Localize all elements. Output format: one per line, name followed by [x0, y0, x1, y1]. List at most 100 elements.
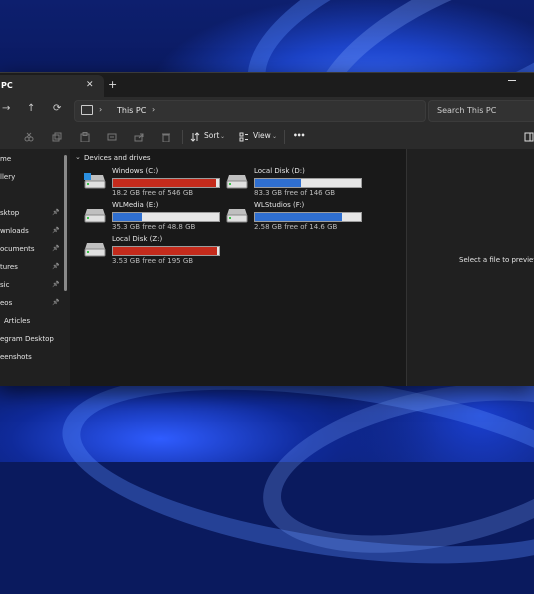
- pin-icon: 📌: [52, 227, 60, 234]
- drive-free-space: 35.3 GB free of 48.8 GB: [112, 223, 196, 231]
- rename-icon[interactable]: [107, 132, 117, 142]
- more-options-button[interactable]: •••: [293, 131, 305, 140]
- sort-icon[interactable]: [190, 132, 200, 142]
- navigation-bar: → ↑ ⟳ › This PC › Search This PC: [0, 97, 534, 125]
- delete-icon[interactable]: [161, 132, 171, 142]
- drive-name: Local Disk (D:): [254, 167, 305, 175]
- sidebar-item-label: eos: [0, 299, 13, 307]
- copy-icon[interactable]: [52, 132, 62, 142]
- this-pc-content: ⌄ Devices and drives Windows (C:) 18.2 GB…: [70, 149, 406, 386]
- drive-usage-fill: [255, 179, 301, 187]
- drive-icon: [84, 173, 106, 189]
- sidebar-item[interactable]: Articles: [0, 317, 64, 329]
- sidebar-item-label: eenshots: [0, 353, 32, 361]
- drive-free-space: 2.58 GB free of 14.6 GB: [254, 223, 338, 231]
- details-pane-icon[interactable]: [524, 132, 534, 142]
- preview-message: Select a file to preview.: [459, 256, 534, 264]
- pc-icon: [81, 105, 93, 115]
- drive-usage-fill: [113, 179, 216, 187]
- share-icon[interactable]: [134, 132, 144, 142]
- pin-icon: 📌: [52, 209, 60, 216]
- view-button[interactable]: View: [253, 131, 271, 140]
- navigation-pane: me llery sktop 📌 wnloads 📌 ocuments 📌 tures 📌 sic 📌…: [0, 149, 70, 386]
- drive-usage-bar: [112, 178, 220, 188]
- paste-icon[interactable]: [80, 132, 90, 142]
- sidebar-item-label: sic: [0, 281, 10, 289]
- drive-icon: [226, 175, 248, 189]
- tab-title: PC: [1, 81, 13, 90]
- collapse-chevron-icon[interactable]: ⌄: [75, 153, 81, 161]
- search-placeholder: Search This PC: [437, 106, 497, 115]
- breadcrumb-chevron[interactable]: ›: [152, 105, 155, 114]
- sidebar-item-label: tures: [0, 263, 18, 271]
- close-tab-icon[interactable]: ✕: [86, 80, 94, 90]
- preview-pane: Select a file to preview.: [406, 149, 534, 386]
- view-chevron-down-icon[interactable]: ⌄: [272, 133, 277, 140]
- drive-usage-fill: [113, 213, 143, 221]
- drive-icon: [226, 209, 248, 223]
- cut-icon[interactable]: [24, 132, 34, 142]
- sidebar-item-label: sktop: [0, 209, 20, 217]
- drive-item[interactable]: WLStudios (F:) 2.58 GB free of 14.6 GB: [226, 201, 366, 235]
- pin-icon: 📌: [52, 281, 60, 288]
- sidebar-item[interactable]: sktop 📌: [0, 209, 64, 221]
- drive-item[interactable]: Windows (C:) 18.2 GB free of 546 GB: [84, 167, 224, 201]
- pin-icon: 📌: [52, 263, 60, 270]
- sidebar-item-label: wnloads: [0, 227, 29, 235]
- breadcrumb-separator[interactable]: ›: [99, 105, 102, 114]
- drive-icon: [84, 243, 106, 257]
- pin-icon: 📌: [52, 299, 60, 306]
- new-tab-button[interactable]: +: [108, 78, 117, 91]
- file-explorer-window: PC ✕ + → ↑ ⟳ › This PC › Search This PC: [0, 72, 534, 386]
- drive-item[interactable]: WLMedia (E:) 35.3 GB free of 48.8 GB: [84, 201, 224, 235]
- toolbar-separator: [284, 130, 285, 144]
- sidebar-scrollbar[interactable]: [64, 155, 67, 291]
- sidebar-item[interactable]: tures 📌: [0, 263, 64, 275]
- drive-free-space: 3.53 GB free of 195 GB: [112, 257, 194, 265]
- drive-usage-bar: [112, 212, 220, 222]
- drive-usage-fill: [255, 213, 343, 221]
- drive-name: Local Disk (Z:): [112, 235, 163, 243]
- forward-icon[interactable]: →: [2, 103, 10, 114]
- drive-usage-bar: [254, 212, 362, 222]
- search-box[interactable]: Search This PC: [428, 100, 534, 122]
- sidebar-item-label: egram Desktop: [0, 335, 54, 343]
- toolbar-separator: [182, 130, 183, 144]
- view-icon[interactable]: [239, 132, 249, 142]
- refresh-icon[interactable]: ⟳: [53, 103, 61, 114]
- drive-item[interactable]: Local Disk (Z:) 3.53 GB free of 195 GB: [84, 235, 224, 269]
- drive-name: WLMedia (E:): [112, 201, 159, 209]
- drive-free-space: 83.3 GB free of 146 GB: [254, 189, 336, 197]
- tab-bar: PC ✕ +: [0, 73, 534, 97]
- sidebar-item[interactable]: sic 📌: [0, 281, 64, 293]
- sidebar-item[interactable]: wnloads 📌: [0, 227, 64, 239]
- sort-button[interactable]: Sort: [204, 131, 219, 140]
- drive-free-space: 18.2 GB free of 546 GB: [112, 189, 194, 197]
- sidebar-item[interactable]: me: [0, 155, 64, 167]
- sidebar-item-label: ocuments: [0, 245, 35, 253]
- drive-item[interactable]: Local Disk (D:) 83.3 GB free of 146 GB: [226, 167, 366, 201]
- address-bar[interactable]: › This PC ›: [74, 100, 426, 122]
- sidebar-item[interactable]: ocuments 📌: [0, 245, 64, 257]
- drive-usage-bar: [254, 178, 362, 188]
- pin-icon: 📌: [52, 245, 60, 252]
- sidebar-item[interactable]: eos 📌: [0, 299, 64, 311]
- sidebar-item[interactable]: egram Desktop: [0, 335, 64, 347]
- sidebar-item-label: me: [0, 155, 12, 163]
- drive-name: Windows (C:): [112, 167, 159, 175]
- command-bar: Sort ⌄ View ⌄ •••: [0, 125, 534, 150]
- sidebar-item[interactable]: eenshots: [0, 353, 64, 365]
- sidebar-item[interactable]: llery: [0, 173, 64, 185]
- up-icon[interactable]: ↑: [27, 103, 35, 114]
- drive-usage-bar: [112, 246, 220, 256]
- sort-chevron-down-icon[interactable]: ⌄: [220, 133, 225, 140]
- drive-name: WLStudios (F:): [254, 201, 305, 209]
- sidebar-item-label: Articles: [4, 317, 31, 325]
- drive-usage-fill: [113, 247, 218, 255]
- breadcrumb-this-pc[interactable]: This PC: [117, 106, 146, 115]
- tab-this-pc[interactable]: PC ✕: [0, 75, 104, 97]
- minimize-icon[interactable]: [507, 74, 517, 84]
- drive-icon: [84, 209, 106, 223]
- group-label-devices-and-drives[interactable]: Devices and drives: [84, 154, 151, 162]
- sidebar-item-label: llery: [0, 173, 16, 181]
